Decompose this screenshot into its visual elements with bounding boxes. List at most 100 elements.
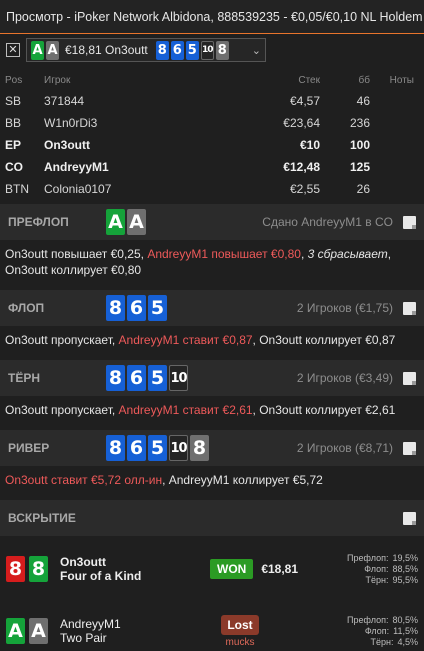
street-cards: 8 6 5 — [106, 295, 167, 321]
player-stack: €23,64 — [283, 116, 320, 130]
street-card: 10 — [169, 435, 188, 461]
action-text: , On3outt коллирует €2,61 — [252, 403, 396, 417]
street-info: 2 Игроков (€8,71) — [296, 441, 393, 455]
player-bb: 100 — [349, 138, 370, 152]
close-icon[interactable]: ✕ — [6, 43, 20, 57]
street-card: A — [106, 209, 125, 235]
hole-card: A — [46, 40, 59, 60]
street-cards: A A — [106, 209, 146, 235]
player-pos: BB — [5, 116, 22, 130]
street-card: 5 — [148, 365, 167, 391]
action-text-folds: 3 сбрасывает — [307, 247, 388, 261]
player-stack: €12,48 — [283, 160, 320, 174]
header-bb: бб — [358, 74, 370, 86]
street-header-river: РИВЕР 8 6 5 10 8 2 Игроков (€8,71) — [0, 430, 424, 466]
board-card: 8 — [215, 40, 229, 60]
table-row: BB W1n0rDi3 €23,64 236 — [0, 112, 424, 134]
equity-row: Флоп: 88,5% — [364, 563, 418, 574]
street-card: 5 — [148, 295, 167, 321]
lost-badge-group: Lost mucks — [210, 614, 270, 648]
showdown-card: A — [6, 618, 25, 644]
loser-equity: Префлоп: 80,5% Флоп: 11,5% Тёрн: 4,5% — [328, 615, 418, 648]
street-actions-preflop: On3outt повышает €0,25, AndreyyM1 повыша… — [0, 240, 424, 286]
winner-info: On3outt Four of a Kind — [60, 555, 210, 583]
equity-row: Префлоп: 19,5% — [347, 552, 418, 563]
street-actions-river: On3outt ставит €5,72 олл-ин, AndreyyM1 к… — [0, 466, 424, 496]
street-card: 8 — [190, 435, 209, 461]
player-pos: CO — [5, 160, 23, 174]
note-icon[interactable] — [403, 215, 416, 229]
player-bb: 125 — [349, 160, 370, 174]
street-info: 2 Игроков (€3,49) — [296, 371, 393, 385]
header-stack: Стек — [298, 74, 320, 86]
player-name[interactable]: 371844 — [40, 94, 240, 108]
hand-amount: €18,81 On3outt — [65, 43, 148, 57]
street-card: 10 — [169, 365, 188, 391]
street-label: РИВЕР — [8, 441, 50, 455]
action-text-hero: AndreyyM1 повышает €0,80 — [147, 247, 301, 261]
winner-name[interactable]: On3outt — [60, 555, 210, 569]
note-icon[interactable] — [403, 511, 416, 525]
players-table: Pos Игрок Стек бб Ноты SB 371844 €4,57 4… — [0, 70, 424, 200]
player-pos: SB — [5, 94, 22, 108]
street-info: 2 Игроков (€1,75) — [296, 301, 393, 315]
hole-card: A — [31, 40, 44, 60]
loser-info: AndreyyM1 Two Pair — [60, 617, 210, 645]
player-name[interactable]: AndreyyM1 — [40, 160, 240, 174]
showdown-card: A — [29, 618, 48, 644]
action-text-hero: AndreyyM1 ставит €2,61 — [118, 403, 253, 417]
header-notes: Ноты — [389, 74, 414, 86]
header-pos: Pos — [5, 74, 23, 86]
player-pos: EP — [5, 138, 22, 152]
street-header-showdown: ВСКРЫТИЕ — [0, 500, 424, 536]
street-label: ТЁРН — [8, 371, 41, 385]
street-card: 5 — [148, 435, 167, 461]
window-title: Просмотр - iPoker Network Albidona, 8885… — [6, 9, 424, 24]
player-bb: 46 — [356, 94, 370, 108]
player-pos: BTN — [5, 182, 29, 196]
action-text: , On3outt коллирует €0,87 — [252, 333, 396, 347]
note-icon[interactable] — [403, 371, 416, 385]
won-amount: €18,81 — [261, 562, 299, 576]
street-cards: 8 6 5 10 8 — [106, 435, 209, 461]
street-label: ВСКРЫТИЕ — [8, 511, 76, 525]
equity-row: Флоп: 11,5% — [364, 625, 418, 636]
street-card: 6 — [127, 295, 146, 321]
showdown-loser-row: A A AndreyyM1 Two Pair Lost mucks Префло… — [0, 602, 424, 651]
action-text: On3outt пропускает, — [5, 403, 119, 417]
action-text: On3outt пропускает, — [5, 333, 119, 347]
player-name[interactable]: On3outt — [40, 138, 240, 152]
player-name[interactable]: W1n0rDi3 — [40, 116, 240, 130]
street-actions-flop: On3outt пропускает, AndreyyM1 ставит €0,… — [0, 326, 424, 356]
players-table-header: Pos Игрок Стек бб Ноты — [0, 70, 424, 90]
street-actions-turn: On3outt пропускает, AndreyyM1 ставит €2,… — [0, 396, 424, 426]
action-text: , — [300, 247, 308, 261]
showdown-card: 8 — [6, 556, 25, 582]
note-icon[interactable] — [403, 441, 416, 455]
street-card: A — [127, 209, 146, 235]
note-icon[interactable] — [403, 301, 416, 315]
board-card: 5 — [185, 40, 199, 60]
player-name[interactable]: Colonia0107 — [40, 182, 240, 196]
street-label: ФЛОП — [8, 301, 45, 315]
street-card: 8 — [106, 295, 125, 321]
equity-row: Префлоп: 80,5% — [347, 614, 418, 625]
showdown-card: 8 — [29, 556, 48, 582]
board-card: 10 — [200, 40, 214, 60]
hand-selector-bar: ✕ A A €18,81 On3outt 8 6 5 10 8 ⌄ — [0, 36, 424, 64]
header-player: Игрок — [44, 74, 71, 86]
equity-row: Тёрн: 95,5% — [365, 574, 418, 585]
street-card: 6 — [127, 365, 146, 391]
street-card: 8 — [106, 365, 125, 391]
hand-select-dropdown[interactable]: A A €18,81 On3outt 8 6 5 10 8 ⌄ — [26, 38, 266, 62]
player-stack: €4,57 — [289, 94, 320, 108]
loser-name[interactable]: AndreyyM1 — [60, 617, 210, 631]
loser-cards: A A — [6, 618, 60, 644]
title-bar: Просмотр - iPoker Network Albidona, 8885… — [0, 0, 424, 34]
loser-hand: Two Pair — [60, 631, 107, 645]
street-card: 6 — [127, 435, 146, 461]
board-card: 8 — [155, 40, 169, 60]
won-badge: WON — [210, 559, 254, 579]
chevron-down-icon[interactable]: ⌄ — [252, 44, 261, 57]
table-row: BTN Colonia0107 €2,55 26 — [0, 178, 424, 200]
